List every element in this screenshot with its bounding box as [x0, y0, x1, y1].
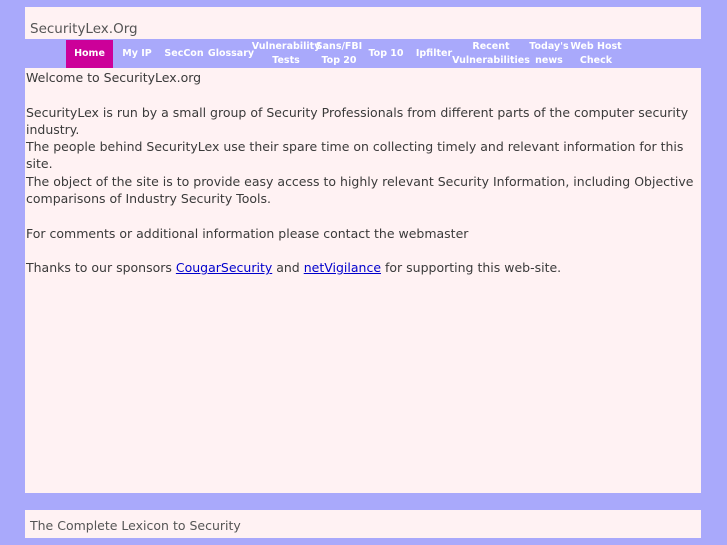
nav-web-host-check[interactable]: Web Host Check [570, 40, 622, 68]
nav-label: Home [74, 48, 105, 59]
main-nav: Home My IP SecCon Glossary Vulnerability… [25, 40, 701, 68]
nav-label-line1: Today's [529, 41, 569, 52]
site-header: SecurityLex.Org [25, 7, 701, 39]
nav-top10[interactable]: Top 10 [361, 40, 411, 68]
nav-my-ip[interactable]: My IP [113, 40, 161, 68]
nav-label-line1: Web Host [570, 41, 622, 52]
nav-seccon[interactable]: SecCon [161, 40, 207, 68]
nav-label-line1: Recent [472, 41, 510, 52]
nav-label: My IP [122, 48, 152, 59]
sponsor-link-netvigilance[interactable]: netVigilance [304, 260, 381, 275]
nav-label: Top 10 [368, 48, 404, 59]
intro-paragraph: SecurityLex is run by a small group of S… [26, 105, 689, 137]
nav-label-line2: Vulnerabilities [452, 55, 530, 66]
nav-todays-news[interactable]: Today's news [527, 40, 571, 68]
nav-label-line1: Sans/FBI [315, 41, 363, 52]
site-footer: The Complete Lexicon to Security [25, 510, 701, 538]
nav-glossary[interactable]: Glossary [207, 40, 255, 68]
objective-paragraph: The object of the site is to provide eas… [26, 174, 694, 206]
nav-label-line2: Top 20 [321, 55, 357, 66]
sponsors-text-after: for supporting this web-site. [381, 260, 562, 275]
nav-label-line1: Vulnerability [251, 41, 321, 52]
nav-recent-vulnerabilities[interactable]: Recent Vulnerabilities [452, 40, 530, 68]
nav-home[interactable]: Home [66, 40, 113, 68]
nav-vulnerability-tests[interactable]: Vulnerability Tests [252, 40, 321, 68]
nav-label: SecCon [164, 48, 204, 59]
people-paragraph: The people behind SecurityLex use their … [26, 139, 684, 171]
sponsor-link-cougarsecurity[interactable]: CougarSecurity [176, 260, 272, 275]
nav-label-line2: news [535, 55, 563, 66]
sponsors-paragraph: Thanks to our sponsors CougarSecurity an… [26, 259, 696, 276]
nav-label: Glossary [207, 48, 255, 59]
nav-label-line2: Check [579, 55, 613, 66]
nav-label-line2: Tests [272, 55, 300, 66]
main-content: Welcome to SecurityLex.org SecurityLex i… [25, 68, 701, 493]
nav-label: Ipfilter [415, 48, 453, 59]
welcome-text: Welcome to SecurityLex.org [26, 70, 202, 85]
nav-ipfilter[interactable]: Ipfilter [411, 40, 457, 68]
sponsors-text-mid: and [272, 260, 304, 275]
site-title: SecurityLex.Org [30, 21, 138, 37]
sponsors-text-before: Thanks to our sponsors [26, 260, 176, 275]
contact-paragraph: For comments or additional information p… [26, 226, 469, 241]
footer-tagline: The Complete Lexicon to Security [30, 518, 241, 533]
nav-sans-fbi-top20[interactable]: Sans/FBI Top 20 [315, 40, 363, 68]
